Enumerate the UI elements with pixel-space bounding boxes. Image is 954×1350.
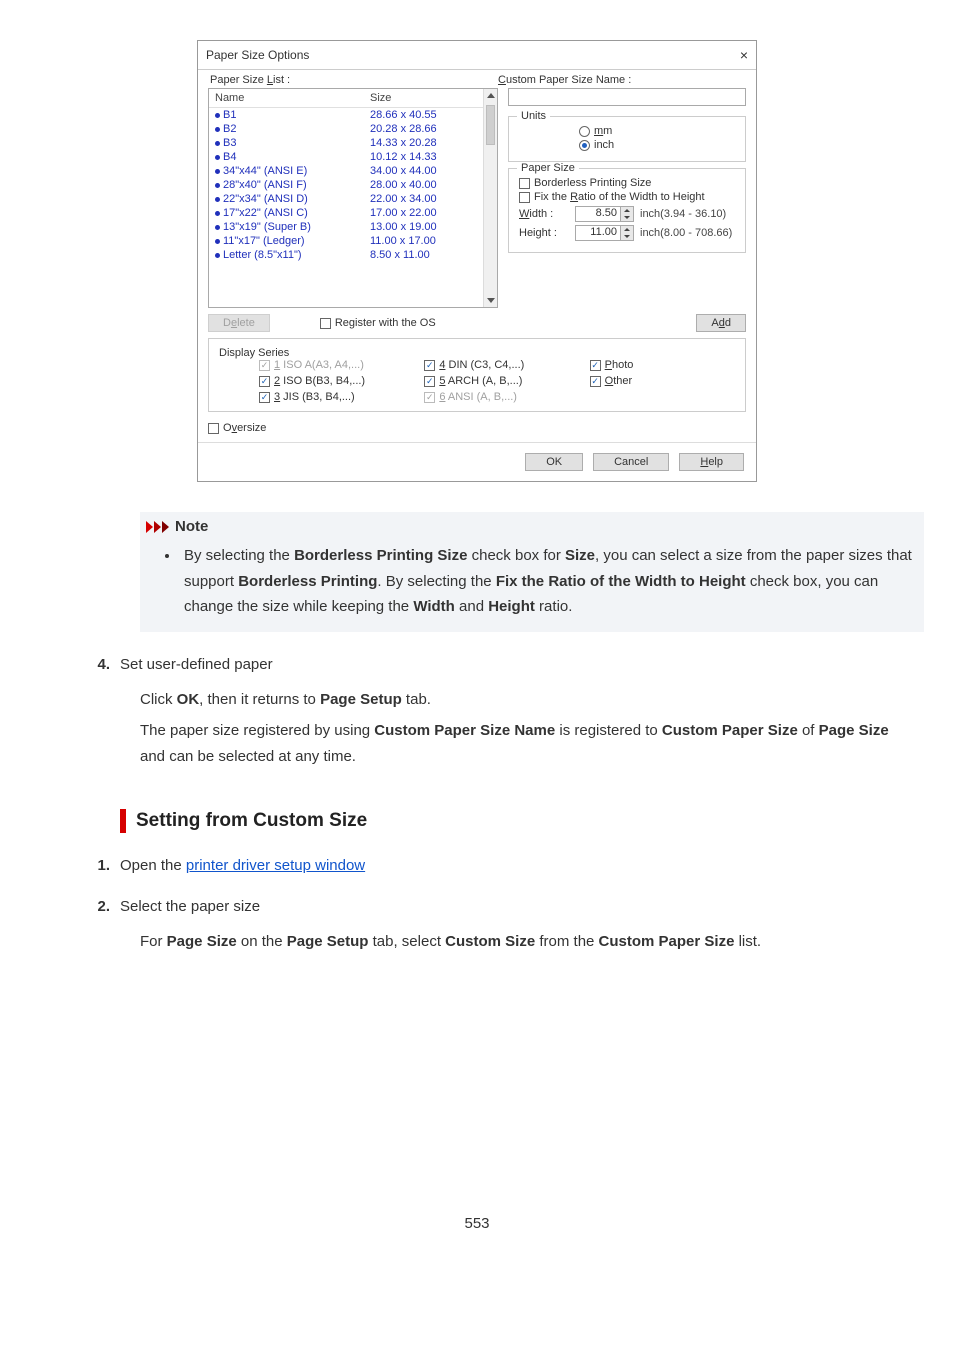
chevron-down-icon[interactable] (621, 214, 633, 221)
scrollbar[interactable] (483, 89, 497, 307)
custom-name-input[interactable] (508, 88, 746, 106)
paper-size-list[interactable]: Name Size B128.66 x 40.55B220.28 x 28.66… (208, 88, 498, 308)
units-group: Units mm inch (508, 116, 746, 162)
lock-icon (215, 113, 220, 118)
chevron-up-icon[interactable] (621, 207, 633, 214)
close-icon[interactable]: × (740, 47, 748, 63)
paper-size-list-label: Paper Size List : (208, 74, 498, 86)
add-button[interactable]: Add (696, 314, 746, 332)
list-item[interactable]: 34"x44" (ANSI E)34.00 x 44.00 (209, 164, 497, 178)
height-spinner[interactable]: 11.00 (575, 225, 634, 241)
width-label: Width : (519, 208, 569, 220)
list-item[interactable]: 13"x19" (Super B)13.00 x 19.00 (209, 220, 497, 234)
list-item[interactable]: B314.33 x 20.28 (209, 136, 497, 150)
lock-icon (215, 253, 220, 258)
display-series-group: Display Series 1 ISO A(A3, A4,...)4 DIN … (208, 338, 746, 412)
scroll-up-icon[interactable] (487, 93, 495, 98)
step-4-desc-2: The paper size registered by using Custo… (140, 718, 914, 769)
list-item[interactable]: B128.66 x 40.55 (209, 108, 497, 122)
list-item[interactable]: 22"x34" (ANSI D)22.00 x 34.00 (209, 192, 497, 206)
display-series-item[interactable]: Photo (590, 359, 735, 371)
lock-icon (215, 197, 220, 202)
chevron-down-icon[interactable] (621, 233, 633, 240)
step-2-desc: For Page Size on the Page Setup tab, sel… (140, 929, 914, 955)
step-2-title: Select the paper size (120, 898, 934, 915)
register-os-checkbox[interactable]: Register with the OS (320, 317, 436, 329)
step-2-num: 2. (20, 898, 120, 915)
ok-button[interactable]: OK (525, 453, 583, 471)
height-label: Height : (519, 227, 569, 239)
step-1-body: Open the printer driver setup window (120, 857, 934, 874)
lock-icon (215, 141, 220, 146)
help-button[interactable]: Help (679, 453, 744, 471)
note-text: By selecting the Borderless Printing Siz… (180, 543, 924, 620)
step-1-num: 1. (20, 857, 120, 874)
section-bar-icon (120, 809, 126, 833)
display-series-item[interactable]: 5 ARCH (A, B,...) (424, 375, 569, 387)
lock-icon (215, 211, 220, 216)
borderless-checkbox[interactable]: Borderless Printing Size (519, 177, 735, 189)
list-item[interactable]: B410.12 x 14.33 (209, 150, 497, 164)
paper-size-group: Paper Size Borderless Printing Size Fix … (508, 168, 746, 253)
display-series-item[interactable]: Other (590, 375, 735, 387)
oversize-checkbox[interactable]: Oversize (208, 422, 746, 434)
lock-icon (215, 169, 220, 174)
step-4-title: Set user-defined paper (120, 656, 934, 673)
lock-icon (215, 127, 220, 132)
lock-icon (215, 155, 220, 160)
display-series-item[interactable]: 2 ISO B(B3, B4,...) (259, 375, 404, 387)
display-series-item: 1 ISO A(A3, A4,...) (259, 359, 404, 371)
page-number: 553 (20, 1215, 934, 1232)
dialog-title: Paper Size Options (206, 48, 309, 62)
step-4-desc-1: Click OK, then it returns to Page Setup … (140, 687, 914, 713)
unit-mm-radio[interactable]: mm (579, 125, 735, 137)
scroll-down-icon[interactable] (487, 298, 495, 303)
cancel-button[interactable]: Cancel (593, 453, 669, 471)
fix-ratio-checkbox[interactable]: Fix the Ratio of the Width to Height (519, 191, 735, 203)
note-label: Note (175, 518, 208, 535)
section-title: Setting from Custom Size (136, 810, 367, 832)
height-range: inch(8.00 - 708.66) (640, 227, 732, 239)
step-4-num: 4. (20, 656, 120, 673)
list-item[interactable]: 17"x22" (ANSI C)17.00 x 22.00 (209, 206, 497, 220)
chevron-up-icon[interactable] (621, 226, 633, 233)
list-item[interactable]: 11"x17" (Ledger)11.00 x 17.00 (209, 234, 497, 248)
custom-name-label: Custom Paper Size Name : (498, 74, 746, 86)
display-series-item: 6 ANSI (A, B,...) (424, 391, 569, 403)
col-name: Name (215, 92, 370, 104)
delete-button[interactable]: Delete (208, 314, 270, 332)
note-icon (146, 521, 169, 533)
list-item[interactable]: Letter (8.5"x11")8.50 x 11.00 (209, 248, 497, 262)
paper-size-options-dialog: Paper Size Options × Paper Size List : C… (197, 40, 757, 482)
lock-icon (215, 239, 220, 244)
display-series-item[interactable]: 4 DIN (C3, C4,...) (424, 359, 569, 371)
lock-icon (215, 225, 220, 230)
note-block: Note By selecting the Borderless Printin… (140, 512, 924, 632)
display-series-item[interactable]: 3 JIS (B3, B4,...) (259, 391, 404, 403)
list-item[interactable]: 28"x40" (ANSI F)28.00 x 40.00 (209, 178, 497, 192)
col-size: Size (370, 92, 391, 104)
width-range: inch(3.94 - 36.10) (640, 208, 726, 220)
width-spinner[interactable]: 8.50 (575, 206, 634, 222)
unit-inch-radio[interactable]: inch (579, 139, 735, 151)
scroll-thumb[interactable] (486, 105, 495, 145)
lock-icon (215, 183, 220, 188)
printer-driver-link[interactable]: printer driver setup window (186, 857, 365, 874)
list-item[interactable]: B220.28 x 28.66 (209, 122, 497, 136)
